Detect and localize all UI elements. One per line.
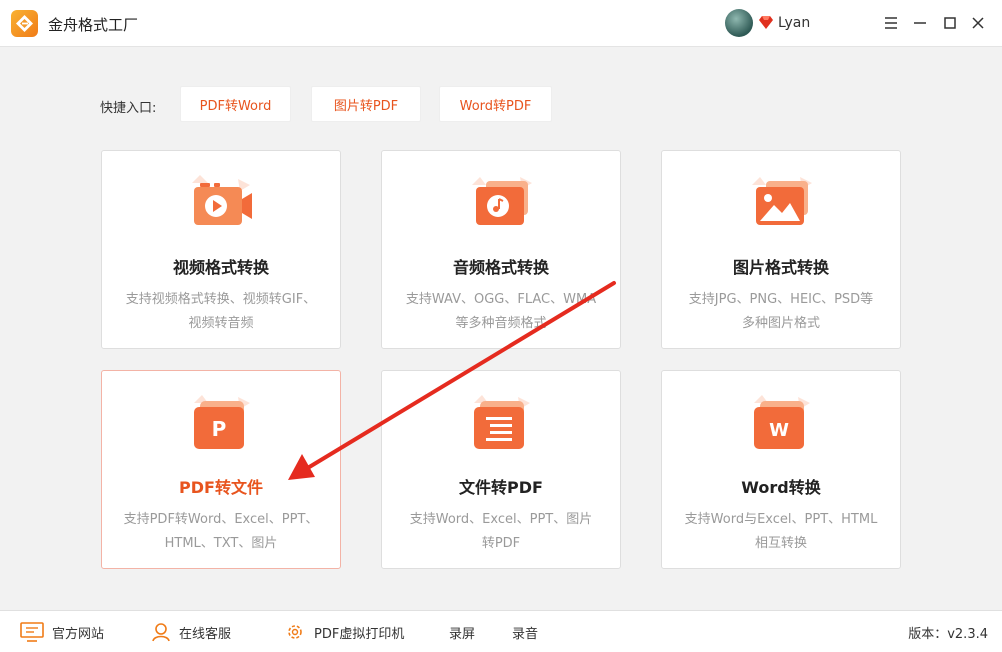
svg-text:W: W: [769, 420, 789, 441]
vip-diamond-icon: [759, 16, 773, 29]
menu-button[interactable]: [880, 12, 902, 34]
card-description: 支持Word、Excel、PPT、图片 转PDF: [392, 508, 610, 556]
monitor-icon: [20, 622, 44, 642]
card-title: 视频格式转换: [172, 258, 269, 277]
pdf-printer-link[interactable]: PDF虚拟打印机: [284, 611, 404, 652]
card-title: 音频格式转换: [452, 258, 549, 277]
record-audio-link[interactable]: 录音: [512, 611, 538, 652]
version-label: 版本：v2.3.4: [908, 626, 988, 642]
image-icon: [752, 177, 812, 225]
card-description: 支持视频格式转换、视频转GIF、 视频转音频: [112, 288, 330, 336]
card-desc-line: 支持Word、Excel、PPT、图片: [409, 512, 593, 527]
quick-word-to-pdf-button[interactable]: Word转PDF: [439, 86, 552, 122]
card-description: 支持Word与Excel、PPT、HTML 相互转换: [672, 508, 890, 556]
card-word-convert[interactable]: W Word转换 支持Word与Excel、PPT、HTML 相互转换: [661, 370, 901, 569]
card-desc-line: 支持视频格式转换、视频转GIF、: [125, 292, 317, 307]
document-icon: [474, 395, 530, 449]
card-desc-line: 视频转音频: [188, 316, 254, 331]
card-image-convert[interactable]: 图片格式转换 支持JPG、PNG、HEIC、PSD等 多种图片格式: [661, 150, 901, 349]
word-w-icon: W: [754, 395, 810, 449]
card-desc-line: 支持PDF转Word、Excel、PPT、: [123, 512, 319, 527]
hamburger-menu-icon: [885, 17, 897, 29]
card-description: 支持PDF转Word、Excel、PPT、 HTML、TXT、图片: [112, 508, 330, 556]
card-desc-line: 支持WAV、OGG、FLAC、WMA: [405, 292, 597, 307]
username[interactable]: Lyan: [778, 15, 810, 31]
card-description: 支持WAV、OGG、FLAC、WMA 等多种音频格式: [392, 288, 610, 336]
card-desc-line: 相互转换: [754, 536, 807, 551]
title-bar: 金舟格式工厂 Lyan: [0, 0, 1002, 47]
card-desc-line: 转PDF: [481, 536, 521, 551]
close-button[interactable]: [967, 12, 989, 34]
quick-image-to-pdf-button[interactable]: 图片转PDF: [311, 86, 421, 122]
maximize-icon: [944, 17, 956, 29]
card-description: 支持JPG、PNG、HEIC、PSD等 多种图片格式: [672, 288, 890, 336]
card-title: Word转换: [741, 478, 821, 497]
card-desc-line: 支持Word与Excel、PPT、HTML: [684, 512, 878, 527]
minimize-button[interactable]: [909, 12, 931, 34]
quick-pdf-to-word-button[interactable]: PDF转Word: [180, 86, 291, 122]
record-screen-link[interactable]: 录屏: [449, 611, 475, 652]
app-title: 金舟格式工厂: [48, 16, 139, 34]
svg-text:P: P: [212, 417, 227, 441]
card-desc-line: 多种图片格式: [741, 316, 820, 331]
printer-gear-icon: [288, 625, 302, 639]
card-desc-line: HTML、TXT、图片: [164, 536, 278, 551]
minimize-icon: [914, 22, 926, 24]
card-title: PDF转文件: [179, 478, 263, 497]
online-service-label: 在线客服: [179, 626, 232, 642]
card-file-to-pdf[interactable]: 文件转PDF 支持Word、Excel、PPT、图片 转PDF: [381, 370, 621, 569]
customer-service-icon: [152, 623, 170, 642]
pdf-printer-label: PDF虚拟打印机: [314, 626, 405, 642]
video-icon: [192, 175, 252, 225]
record-screen-label: 录屏: [449, 626, 476, 642]
online-service-link[interactable]: 在线客服: [151, 611, 231, 652]
quick-entry-label: 快捷入口:: [100, 101, 157, 116]
pdf-p-icon: P: [194, 395, 250, 449]
close-icon: [972, 17, 984, 29]
official-website-label: 官方网站: [52, 626, 105, 642]
audio-icon: [472, 177, 532, 225]
record-audio-label: 录音: [512, 626, 539, 642]
card-pdf-to-file[interactable]: P PDF转文件 支持PDF转Word、Excel、PPT、 HTML、TXT、…: [101, 370, 341, 569]
card-title: 文件转PDF: [459, 478, 543, 497]
app-logo-icon: [11, 10, 38, 37]
maximize-button[interactable]: [939, 12, 961, 34]
card-desc-line: 支持JPG、PNG、HEIC、PSD等: [688, 292, 874, 307]
card-audio-convert[interactable]: 音频格式转换 支持WAV、OGG、FLAC、WMA 等多种音频格式: [381, 150, 621, 349]
footer-bar: 官方网站 在线客服 PDF虚拟打印机 录屏 录音 版本：v2.3.4: [0, 610, 1002, 652]
user-avatar[interactable]: [725, 9, 753, 37]
card-desc-line: 等多种音频格式: [455, 316, 547, 331]
card-video-convert[interactable]: 视频格式转换 支持视频格式转换、视频转GIF、 视频转音频: [101, 150, 341, 349]
official-website-link[interactable]: 官方网站: [20, 611, 104, 652]
card-title: 图片格式转换: [732, 258, 829, 277]
